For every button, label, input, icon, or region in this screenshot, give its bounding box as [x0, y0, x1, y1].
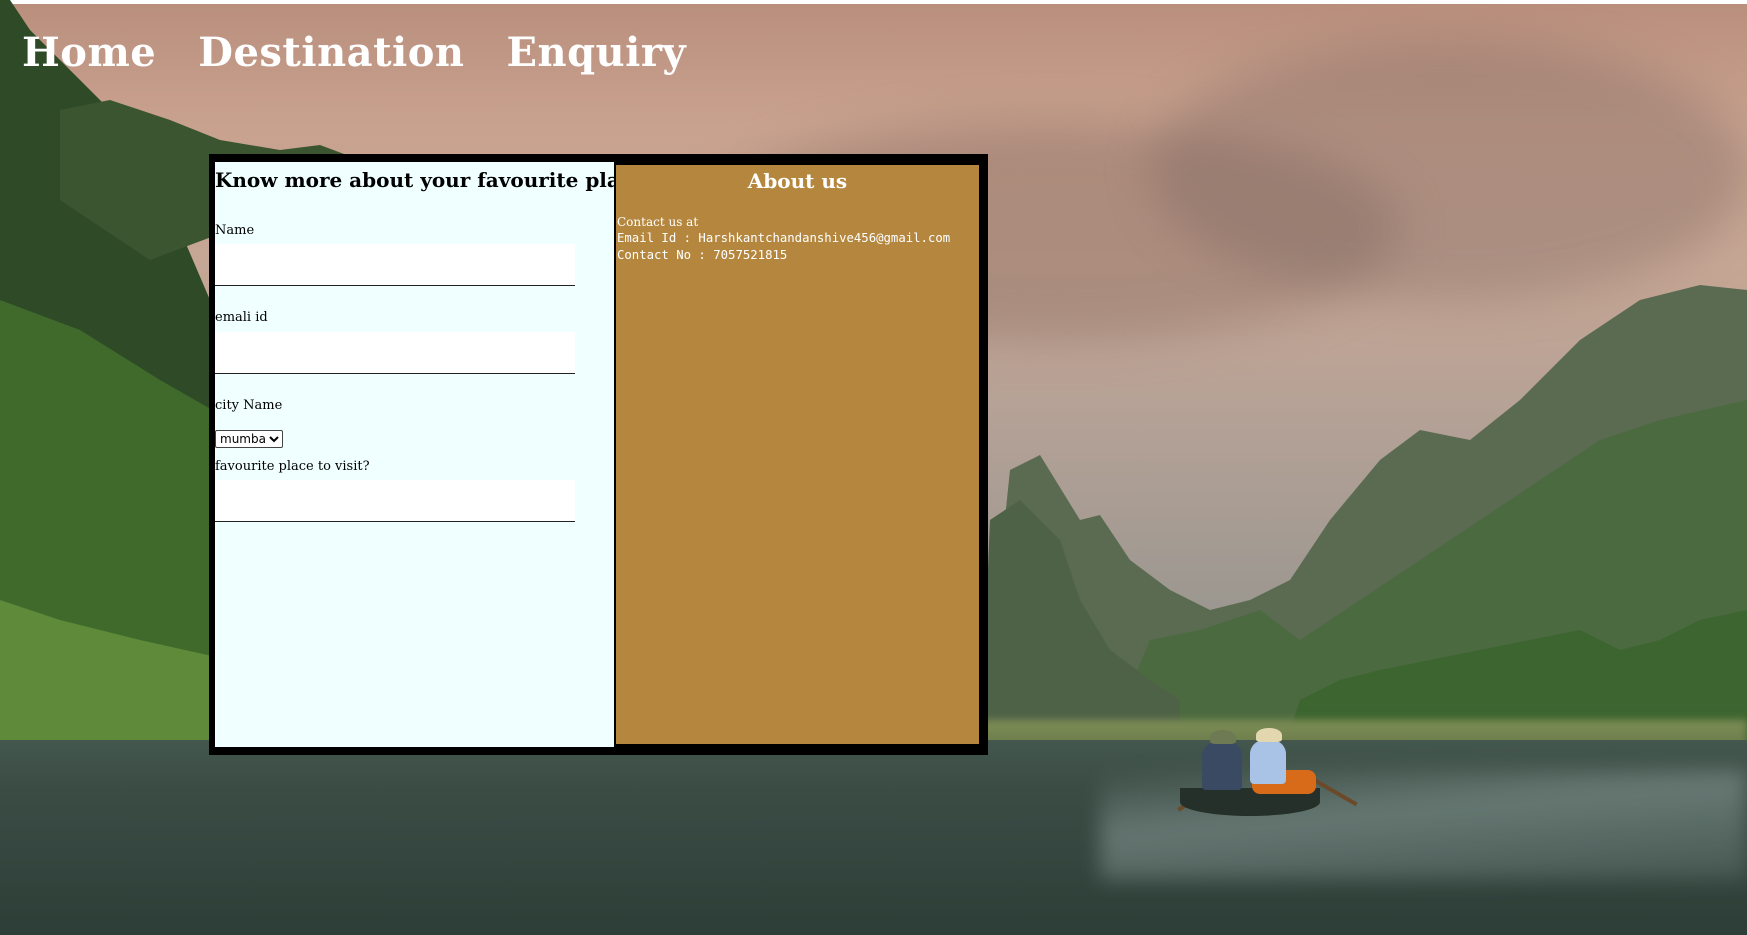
- water-reflection: [1100, 770, 1747, 880]
- hat: [1210, 730, 1236, 744]
- about-title: About us: [747, 169, 848, 193]
- top-navigation: Home Destination Enquiry: [22, 26, 686, 80]
- email-label: emali id: [215, 310, 268, 325]
- city-select[interactable]: mumbai: [215, 430, 283, 448]
- about-us-panel: About us Contact us at Email Id : Harshk…: [616, 165, 979, 744]
- email-input[interactable]: [215, 332, 575, 374]
- enquiry-form-panel: Know more about your favourite places Na…: [215, 162, 656, 747]
- form-title: Know more about your favourite places: [215, 168, 657, 192]
- nav-home-link[interactable]: Home: [22, 26, 156, 80]
- contact-phone-text: Contact No : 7057521815: [617, 248, 788, 262]
- contact-us-at-text: Contact us at: [617, 215, 699, 229]
- nav-destination-link[interactable]: Destination: [198, 26, 464, 80]
- hat: [1256, 728, 1282, 742]
- name-input[interactable]: [215, 244, 575, 286]
- city-label: city Name: [215, 398, 283, 413]
- favourite-place-input[interactable]: [215, 480, 575, 522]
- rower: [1202, 742, 1242, 790]
- rower: [1250, 740, 1286, 784]
- nav-enquiry-link[interactable]: Enquiry: [507, 26, 687, 80]
- favourite-place-label: favourite place to visit?: [215, 459, 370, 474]
- name-label: Name: [215, 223, 255, 238]
- enquiry-card: Know more about your favourite places Na…: [209, 154, 988, 755]
- contact-email-text: Email Id : Harshkantchandanshive456@gmai…: [617, 231, 951, 245]
